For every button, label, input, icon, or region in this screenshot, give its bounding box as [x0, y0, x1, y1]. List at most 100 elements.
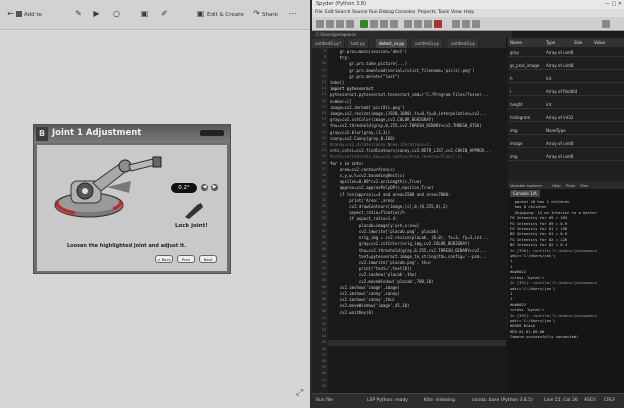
angle-readout: 0.2°	[171, 183, 197, 193]
slide-next-button[interactable]: Next	[199, 255, 217, 263]
more-icon[interactable]: ⋯	[288, 9, 297, 18]
col-type[interactable]: Type	[546, 40, 555, 45]
menu-source[interactable]: Source	[352, 10, 367, 15]
preferences-icon[interactable]	[462, 20, 470, 28]
python-path-icon[interactable]	[472, 20, 480, 28]
working-directory[interactable]: C:\Users\jon\opencv	[312, 31, 512, 38]
menu-help[interactable]: Help	[464, 10, 474, 15]
variable-row[interactable]: image Array of uint8	[508, 138, 624, 148]
variable-row[interactable]: h int	[508, 73, 624, 83]
code-line[interactable]: pytesseract.pytesseract.tesseract_cmd=r'…	[330, 92, 506, 98]
run-cell-advance-icon[interactable]	[380, 20, 388, 28]
line-number: 24	[321, 148, 326, 153]
tab-file[interactable]: untitled4.py	[448, 39, 480, 48]
console-line: Camera successfully connected!	[510, 334, 579, 340]
rotate-right-icon[interactable]: ▶	[211, 184, 218, 191]
code-line[interactable]: thu=cv2.threshold(gray,0,255,cv2.THRESH_…	[330, 248, 506, 254]
highlight-icon[interactable]: ▶	[92, 9, 101, 18]
edit-icon[interactable]: ▣	[196, 9, 205, 18]
share-icon[interactable]: ↷	[252, 9, 261, 18]
code-editor[interactable]: untitled0.py* test.py detect_cv.py untit…	[312, 38, 506, 393]
code-line[interactable]: text=pytesseract.image_to_string(thu,con…	[330, 254, 506, 260]
line-number: 22	[321, 135, 326, 140]
menu-search[interactable]: Search	[335, 10, 350, 15]
save-all-icon[interactable]	[346, 20, 354, 28]
variable-row[interactable]: img Array of uint8	[508, 151, 624, 161]
debug-icon[interactable]	[404, 20, 412, 28]
slide-badge: B	[36, 127, 48, 141]
variable-row[interactable]: img NoneType	[508, 125, 624, 135]
code-line[interactable]: cv2.waitKey(0)	[330, 310, 506, 316]
rotate-left-icon[interactable]: ◀	[201, 184, 208, 191]
add-text-button[interactable]: Add te	[24, 8, 42, 22]
text-tool-icon[interactable]	[16, 11, 22, 17]
status-kite: Kite: indexing	[424, 398, 455, 403]
ipython-console[interactable]: Console 1/A parent 18 has 1 children has…	[508, 189, 624, 393]
pen-icon[interactable]: ✎	[74, 9, 83, 18]
menu-consoles[interactable]: Consoles	[395, 10, 415, 15]
line-number: 21	[321, 129, 326, 134]
pdf-toolbar: ← Add te ✎ ▶ ○ ▣ ✐ ▣ Edit & Create ↷ Sha…	[0, 0, 310, 30]
maximize-pane-icon[interactable]	[452, 20, 460, 28]
save-icon[interactable]	[336, 20, 344, 28]
variable-name: image	[510, 141, 523, 146]
col-name[interactable]: Name	[510, 40, 522, 45]
menu-bar: File Edit Search Source Run Debug Consol…	[312, 9, 624, 17]
line-number: 18	[321, 111, 326, 115]
variable-type: NoneType	[546, 128, 566, 133]
pdf-viewer-window: ← Add te ✎ ▶ ○ ▣ ✐ ▣ Edit & Create ↷ Sha…	[0, 0, 310, 408]
window-controls[interactable]: — □ ✕	[605, 1, 622, 7]
eraser-icon[interactable]: ▣	[140, 9, 149, 18]
sign-icon[interactable]: ✐	[160, 9, 169, 18]
stop-icon[interactable]	[434, 20, 442, 28]
menu-tools[interactable]: Tools	[438, 10, 449, 15]
code-line[interactable]: thu=cv2.threshold(gray,0,255,cv2.THRESH_…	[330, 123, 506, 129]
line-number: 60	[321, 371, 326, 376]
share-button[interactable]: Share	[262, 8, 278, 22]
line-number: 58	[321, 359, 326, 363]
tab-files[interactable]: Files	[580, 183, 588, 188]
menu-view[interactable]: View	[451, 10, 462, 15]
variable-row[interactable]: gray Array of uint8	[508, 47, 624, 57]
window-titlebar: Spyder (Python 3.8) — □ ✕	[312, 0, 624, 9]
col-value[interactable]: Value	[594, 40, 605, 45]
col-size[interactable]: Size	[574, 40, 582, 45]
fullscreen-icon[interactable]: ⤢	[296, 388, 303, 398]
tab-file-active[interactable]: detect_cv.py	[376, 39, 409, 48]
variable-row[interactable]: i Array of float64	[508, 86, 624, 96]
menu-edit[interactable]: Edit	[325, 10, 334, 15]
variable-row[interactable]: height int	[508, 99, 624, 109]
console-tab[interactable]: Console 1/A	[510, 190, 540, 197]
run-selection-icon[interactable]	[390, 20, 398, 28]
step-icon[interactable]	[414, 20, 422, 28]
menu-run[interactable]: Run	[369, 10, 378, 15]
continue-icon[interactable]	[424, 20, 432, 28]
tab-variable-explorer[interactable]: Variable explorer	[510, 183, 542, 188]
tab-plots[interactable]: Plots	[566, 183, 575, 188]
window-title: Spyder (Python 3.8)	[316, 1, 366, 7]
folder-icon[interactable]	[602, 20, 610, 28]
new-file-icon[interactable]	[316, 20, 324, 28]
source-code[interactable]: gr.proc=main(session='dest') try: gr.pro…	[330, 49, 506, 393]
menu-file[interactable]: File	[315, 10, 323, 15]
variable-explorer-header: Name Type Size Value	[508, 38, 624, 47]
tab-file[interactable]: untitled0.py*	[312, 39, 346, 48]
back-icon[interactable]: ←	[6, 9, 15, 18]
status-eol: CRLF	[604, 398, 616, 403]
menu-debug[interactable]: Debug	[379, 10, 394, 15]
main-toolbar	[312, 17, 624, 31]
slide-prev-button[interactable]: Prev	[177, 255, 195, 263]
run-icon[interactable]	[360, 20, 368, 28]
open-file-icon[interactable]	[326, 20, 334, 28]
zoom-icon[interactable]: ○	[112, 9, 121, 18]
tab-help[interactable]: Help	[552, 183, 561, 188]
menu-projects[interactable]: Projects	[418, 10, 436, 15]
tab-file[interactable]: untitled3.py	[412, 39, 444, 48]
variable-row[interactable]: gr_proc_image Array of uint8	[508, 60, 624, 70]
edit-create-button[interactable]: Edit & Create	[207, 8, 244, 22]
line-number: 35	[321, 216, 326, 221]
tab-file[interactable]: test.py	[348, 39, 369, 48]
variable-row[interactable]: histogram Array of int32	[508, 112, 624, 122]
run-cell-icon[interactable]	[370, 20, 378, 28]
slide-back-button[interactable]: < Back	[155, 255, 173, 263]
